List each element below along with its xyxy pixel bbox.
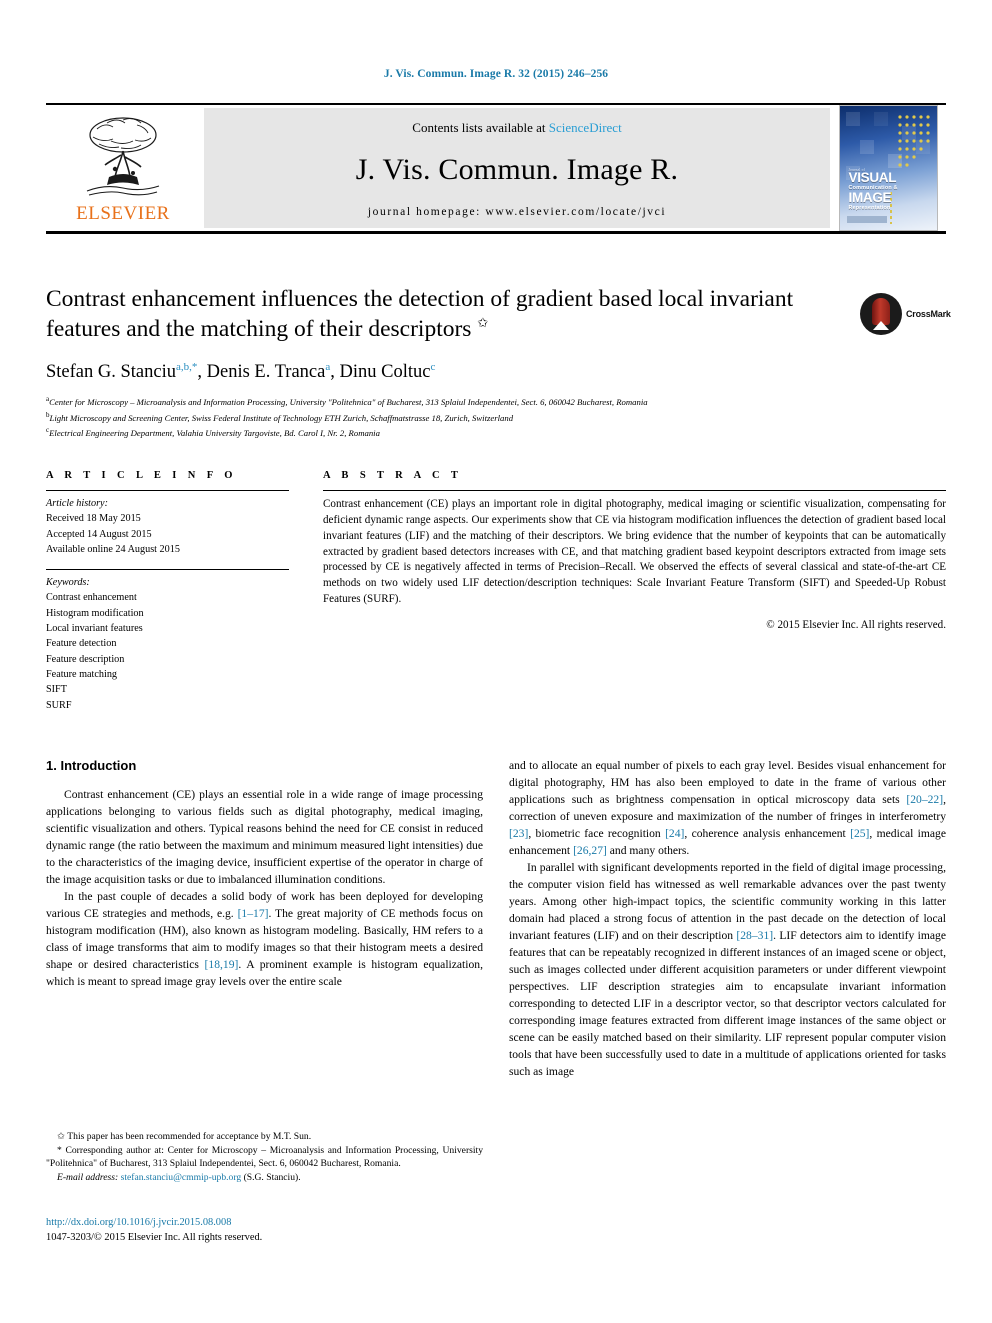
- crossmark-icon: [860, 293, 902, 335]
- citation-ref[interactable]: [26,27]: [573, 844, 607, 857]
- affiliation-text-b: Light Microscopy and Screening Center, S…: [49, 412, 514, 423]
- journal-article-page: J. Vis. Commun. Image R. 32 (2015) 246–2…: [0, 0, 992, 1323]
- author-sup-2: c: [430, 361, 436, 374]
- page-title: Contrast enhancement influences the dete…: [46, 284, 806, 344]
- footnote-email: E-mail address: stefan.stanciu@cmmip-upb…: [46, 1171, 483, 1185]
- title-block: Contrast enhancement influences the dete…: [46, 284, 951, 440]
- running-head: J. Vis. Commun. Image R. 32 (2015) 246–2…: [383, 68, 609, 80]
- journal-masthead: ELSEVIER Contents lists available at Sci…: [46, 103, 946, 234]
- crossmark-label: CrossMark: [906, 309, 951, 319]
- keyword-0: Contrast enhancement: [46, 592, 137, 604]
- body-paragraph: Contrast enhancement (CE) plays an essen…: [46, 788, 483, 886]
- abstract-column: A B S T R A C T Contrast enhancement (CE…: [323, 470, 946, 713]
- article-history: Article history: Received 18 May 2015 Ac…: [46, 491, 289, 557]
- affiliation-a: aCenter for Microscopy – Microanalysis a…: [46, 394, 946, 409]
- email-owner: (S.G. Stanciu).: [243, 1171, 301, 1183]
- elsevier-logo: ELSEVIER: [46, 105, 204, 231]
- affiliation-b: bLight Microscopy and Screening Center, …: [46, 410, 946, 425]
- cover-image: Journal of VISUAL Communication & IMAGE …: [838, 105, 938, 231]
- journal-title: J. Vis. Commun. Image R.: [355, 152, 679, 186]
- issn-copyright-line: 1047-3203/© 2015 Elsevier Inc. All right…: [46, 1231, 263, 1243]
- affiliation-list: aCenter for Microscopy – Microanalysis a…: [46, 394, 946, 440]
- citation-ref[interactable]: [25]: [850, 827, 869, 840]
- email-label: E-mail address:: [57, 1171, 119, 1183]
- affiliation-text-a: Center for Microscopy – Microanalysis an…: [49, 397, 648, 408]
- author-sup-1: a: [325, 361, 331, 374]
- cover-dot-grid-decoration: [897, 115, 930, 167]
- article-info-column: A R T I C L E I N F O Article history: R…: [46, 470, 289, 713]
- body-paragraph: In parallel with significant development…: [509, 860, 946, 1078]
- footnote-star-text: This paper has been recommended for acce…: [67, 1131, 312, 1142]
- doi-block: http://dx.doi.org/10.1016/j.jvcir.2015.0…: [46, 1216, 483, 1246]
- cover-title-text: Journal of VISUAL Communication & IMAGE …: [849, 168, 898, 211]
- affiliation-c: cElectrical Engineering Department, Vala…: [46, 425, 946, 440]
- body-left-column: 1. Introduction Contrast enhancement (CE…: [46, 758, 483, 1081]
- article-history-accepted: Accepted 14 August 2015: [46, 528, 152, 540]
- footnote-asterisk-marker: *: [57, 1144, 62, 1156]
- keyword-1: Histogram modification: [46, 607, 144, 619]
- info-abstract-block: A R T I C L E I N F O Article history: R…: [46, 470, 946, 713]
- keyword-2: Local invariant features: [46, 623, 143, 635]
- citation-ref[interactable]: [1–17]: [238, 907, 269, 920]
- abstract-heading: A B S T R A C T: [323, 470, 463, 481]
- journal-homepage[interactable]: journal homepage: www.elsevier.com/locat…: [368, 206, 666, 218]
- author-list: Stefan G. Stanciua,b,*, Denis E. Trancaa…: [46, 361, 436, 383]
- section-heading-introduction: 1. Introduction: [46, 758, 137, 773]
- author-name-1[interactable]: Denis E. Tranca: [207, 362, 326, 382]
- citation-ref[interactable]: [28–31]: [736, 929, 773, 942]
- abstract-text: Contrast enhancement (CE) plays an impor…: [323, 498, 946, 606]
- cover-big2: IMAGE: [848, 189, 892, 205]
- keyword-6: SIFT: [46, 684, 67, 696]
- affiliation-text-c: Electrical Engineering Department, Valah…: [49, 427, 380, 438]
- paper-title-text: Contrast enhancement influences the dete…: [46, 286, 794, 343]
- keyword-3: Feature detection: [46, 638, 117, 650]
- citation-ref[interactable]: [18,19]: [205, 958, 239, 971]
- author-sup-0: a,b,*: [176, 361, 198, 374]
- keyword-4: Feature description: [46, 653, 125, 665]
- author-name-0[interactable]: Stefan G. Stanciu: [46, 362, 176, 382]
- footnote-block: ✩ This paper has been recommended for ac…: [46, 1126, 483, 1184]
- citation-ref[interactable]: [24]: [665, 827, 684, 840]
- sciencedirect-link[interactable]: ScienceDirect: [549, 120, 622, 135]
- keyword-7: SURF: [46, 699, 72, 711]
- keywords-label: Keywords:: [46, 577, 90, 589]
- journal-cover-thumbnail[interactable]: Journal of VISUAL Communication & IMAGE …: [830, 105, 946, 231]
- article-history-received: Received 18 May 2015: [46, 513, 141, 525]
- footnote-corresponding: * Corresponding author at: Center for Mi…: [46, 1144, 483, 1171]
- contents-prefix: Contents lists available at: [412, 120, 549, 135]
- keyword-5: Feature matching: [46, 668, 118, 680]
- elsevier-tree-icon: [86, 117, 160, 196]
- abstract-copyright: © 2015 Elsevier Inc. All rights reserved…: [766, 619, 946, 632]
- article-history-online: Available online 24 August 2015: [46, 543, 180, 555]
- article-history-label: Article history:: [46, 498, 108, 509]
- contents-list-line: Contents lists available at ScienceDirec…: [412, 120, 621, 136]
- masthead-center: Contents lists available at ScienceDirec…: [204, 108, 830, 228]
- crossmark-badge[interactable]: CrossMark: [860, 290, 951, 338]
- keywords-list: Keywords: Contrast enhancement Histogram…: [46, 570, 289, 713]
- elsevier-wordmark: ELSEVIER: [76, 203, 170, 224]
- doi-link[interactable]: http://dx.doi.org/10.1016/j.jvcir.2015.0…: [46, 1216, 483, 1231]
- title-footnote-marker: ✩: [477, 315, 489, 331]
- footnote-star-marker: ✩: [57, 1131, 66, 1142]
- cover-bottom-bar-decoration: [846, 216, 887, 223]
- cover-big1: VISUAL: [848, 170, 897, 186]
- footnote-star: ✩ This paper has been recommended for ac…: [46, 1130, 483, 1144]
- body-paragraph: and to allocate an equal number of pixel…: [509, 759, 946, 857]
- body-right-column: and to allocate an equal number of pixel…: [509, 758, 946, 1081]
- article-info-heading: A R T I C L E I N F O: [46, 470, 237, 481]
- citation-ref[interactable]: [23]: [509, 827, 528, 840]
- body-paragraph: In the past couple of decades a solid bo…: [46, 889, 483, 988]
- email-link[interactable]: stefan.stanciu@cmmip-upb.org: [121, 1172, 242, 1183]
- cover-mid2: Representation: [848, 204, 891, 211]
- footnote-corresponding-text: Corresponding author at: Center for Micr…: [46, 1144, 483, 1170]
- citation-ref[interactable]: [20–22]: [906, 793, 943, 806]
- body-columns: 1. Introduction Contrast enhancement (CE…: [46, 758, 946, 1081]
- author-name-2[interactable]: Dinu Coltuc: [339, 362, 430, 382]
